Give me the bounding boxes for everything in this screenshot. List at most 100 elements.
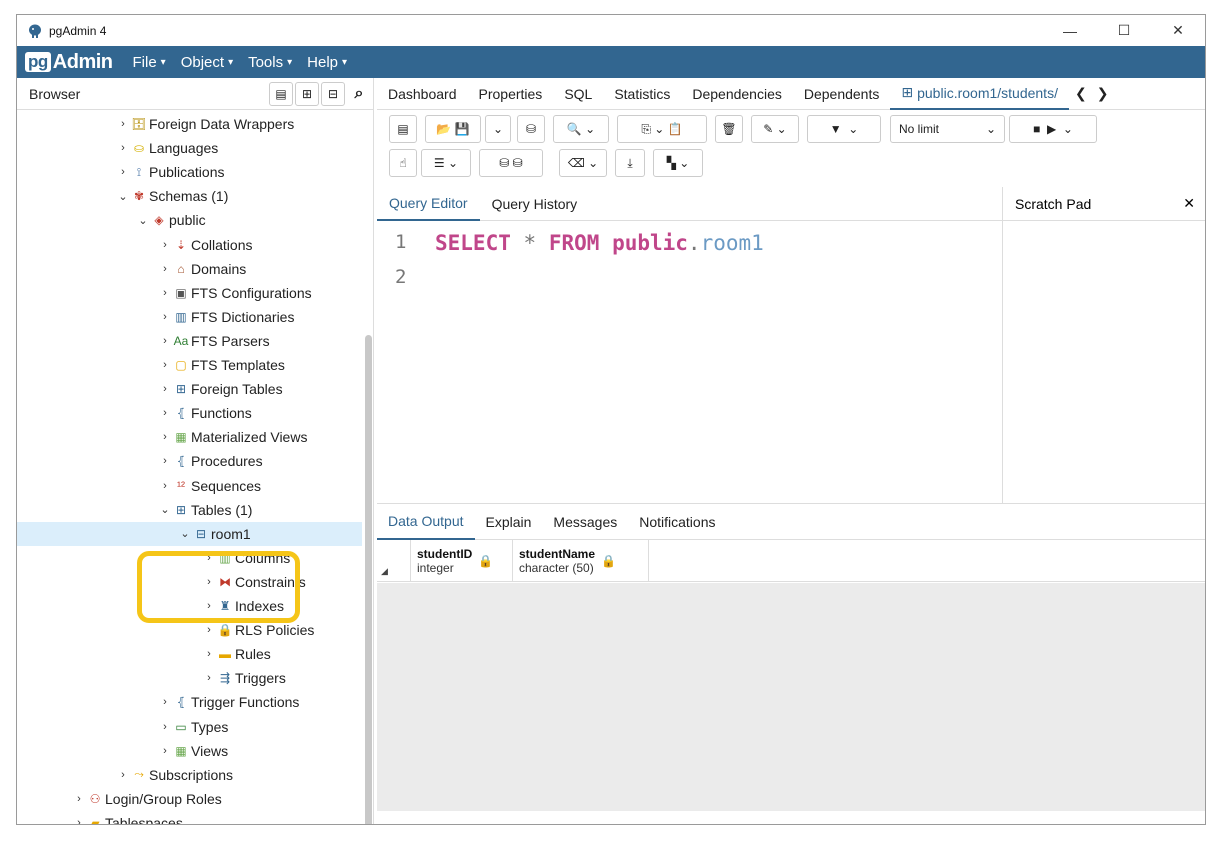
chevron-right-icon[interactable]: › [157,383,173,395]
tree-item-sequences[interactable]: › ¹² Sequences [157,474,261,498]
chevron-right-icon[interactable]: › [157,287,173,299]
view-data-icon[interactable]: ⊞ [295,81,319,106]
tree-item-schemas-1[interactable]: ⌄ ✾ Schemas (1) [115,184,228,208]
limit-select[interactable]: No limit ⌄ [890,115,1005,143]
chevron-right-icon[interactable]: › [201,648,217,660]
chevron-right-icon[interactable]: › [71,793,87,805]
chevron-right-icon[interactable]: › [157,431,173,443]
download-button[interactable]: ⤓ [615,149,645,177]
column-header[interactable]: studentID integer 🔒 [411,540,513,582]
chevron-right-icon[interactable]: › [157,407,173,419]
tab-prev-icon[interactable]: ❮ [1075,85,1087,102]
commit-rollback-group[interactable]: ⛁ ⛁ [479,149,543,177]
chevron-right-icon[interactable]: › [157,335,173,347]
close-icon[interactable]: ✕ [1183,195,1195,212]
tab-explain[interactable]: Explain [475,514,543,530]
delete-button[interactable]: 🗑 [715,115,743,143]
chevron-right-icon[interactable]: › [201,576,217,588]
chevron-down-icon[interactable]: ⌄ [177,527,193,540]
chevron-right-icon[interactable]: › [157,239,173,251]
filter-rows-icon[interactable]: ⊟ [321,81,345,106]
tree-item-indexes[interactable]: › ♜ Indexes [201,594,284,618]
tree-item-languages[interactable]: › ⛀ Languages [115,136,218,160]
scrollbar-thumb[interactable] [365,335,372,824]
maximize-button[interactable]: ☐ [1097,15,1151,46]
tree-item-constraints[interactable]: › ⧓ Constraints [201,570,306,594]
open-save-group[interactable]: 📂 💾 [425,115,481,143]
explain-button[interactable]: ☝ [389,149,417,177]
explain-options-button[interactable]: ☰ ⌄ [421,149,471,177]
db-connection-button[interactable]: ▤ [389,115,417,143]
filter-button[interactable]: ▼ ⌄ [807,115,881,143]
tree-item-triggers[interactable]: › ⇶ Triggers [201,666,286,690]
chevron-right-icon[interactable]: › [201,600,217,612]
tree-item-fts-configurations[interactable]: › ▣ FTS Configurations [157,281,311,305]
select-all-corner[interactable]: ◢ [377,540,411,581]
find-button[interactable]: 🔍 ⌄ [553,115,609,143]
tree-item-types[interactable]: › ▭ Types [157,715,228,739]
tree-item-tables-1[interactable]: ⌄ ⊞ Tables (1) [157,498,252,522]
tab-dependencies[interactable]: Dependencies [681,86,793,102]
tab-messages[interactable]: Messages [542,514,628,530]
tree-item-fts-parsers[interactable]: › Aa FTS Parsers [157,329,269,353]
chevron-down-icon[interactable]: ⌄ [135,214,151,227]
chevron-right-icon[interactable]: › [157,455,173,467]
copy-paste-group[interactable]: ⎘ ⌄ 📋 [617,115,707,143]
close-window-button[interactable]: ✕ [1151,15,1205,46]
chevron-right-icon[interactable]: › [157,359,173,371]
tree-item-room1[interactable]: ⌄ ⊟ room1 [17,521,362,546]
chevron-right-icon[interactable]: › [71,817,87,824]
chevron-right-icon[interactable]: › [157,263,173,275]
tree-item-views[interactable]: › ▦ Views [157,739,228,763]
edit-button[interactable]: ✎ ⌄ [751,115,799,143]
chevron-right-icon[interactable]: › [157,480,173,492]
save-data-button[interactable]: ⛁ [517,115,545,143]
chevron-right-icon[interactable]: › [157,311,173,323]
menu-tools[interactable]: Tools ▾ [248,54,292,71]
chevron-right-icon[interactable]: › [201,624,217,636]
tree-item-subscriptions[interactable]: › ⤳ Subscriptions [115,763,233,787]
menu-help[interactable]: Help ▾ [307,54,347,71]
chevron-right-icon[interactable]: › [157,745,173,757]
tree-item-login-group-roles[interactable]: › ⚇ Login/Group Roles [71,787,222,811]
tree-item-fts-dictionaries[interactable]: › ▥ FTS Dictionaries [157,305,294,329]
minimize-button[interactable]: — [1043,15,1097,46]
tab-dependents[interactable]: Dependents [793,86,891,102]
chevron-right-icon[interactable]: › [115,142,131,154]
search-objects-icon[interactable]: ⌕ [347,81,371,106]
chevron-right-icon[interactable]: › [115,118,131,130]
tab-data-output[interactable]: Data Output [377,504,475,540]
tree-item-publications[interactable]: › ⟟ Publications [115,160,224,184]
tab-properties[interactable]: Properties [468,86,554,102]
column-header[interactable]: studentName character (50) 🔒 [513,540,649,582]
macros-button[interactable]: ▚ ⌄ [653,149,703,177]
execute-group[interactable]: ■ ▶ ⌄ [1009,115,1097,143]
tree-item-domains[interactable]: › ⌂ Domains [157,257,246,281]
tab-sql[interactable]: SQL [553,86,603,102]
chevron-down-icon[interactable]: ⌄ [157,503,173,516]
menu-file[interactable]: File ▾ [133,54,166,71]
tree-item-collations[interactable]: › ⇣ Collations [157,233,252,257]
tab-query-tool[interactable]: ⊞ public.room1/students/ [890,78,1069,110]
tree-item-columns[interactable]: › ▥ Columns [201,546,290,570]
chevron-right-icon[interactable]: › [157,696,173,708]
tab-statistics[interactable]: Statistics [603,86,681,102]
tab-next-icon[interactable]: ❯ [1097,85,1109,102]
query-tool-icon[interactable]: ▤ [269,81,293,106]
tree-item-public[interactable]: ⌄ ◈ public [135,208,205,232]
tree-item-rls-policies[interactable]: › 🔒 RLS Policies [201,618,314,642]
chevron-right-icon[interactable]: › [115,769,131,781]
tab-query-editor[interactable]: Query Editor [377,187,480,221]
chevron-right-icon[interactable]: › [201,552,217,564]
chevron-right-icon[interactable]: › [201,672,217,684]
tree-item-rules[interactable]: › ▬ Rules [201,642,271,666]
tree-item-fts-templates[interactable]: › ▢ FTS Templates [157,353,285,377]
tab-query-history[interactable]: Query History [480,196,590,212]
tab-notifications[interactable]: Notifications [628,514,726,530]
browser-scrollbar[interactable] [363,110,374,824]
tree-item-materialized-views[interactable]: › ▦ Materialized Views [157,425,307,449]
clear-button[interactable]: ⌫ ⌄ [559,149,607,177]
chevron-right-icon[interactable]: › [115,166,131,178]
chevron-down-icon[interactable]: ⌄ [115,190,131,203]
chevron-right-icon[interactable]: › [157,721,173,733]
